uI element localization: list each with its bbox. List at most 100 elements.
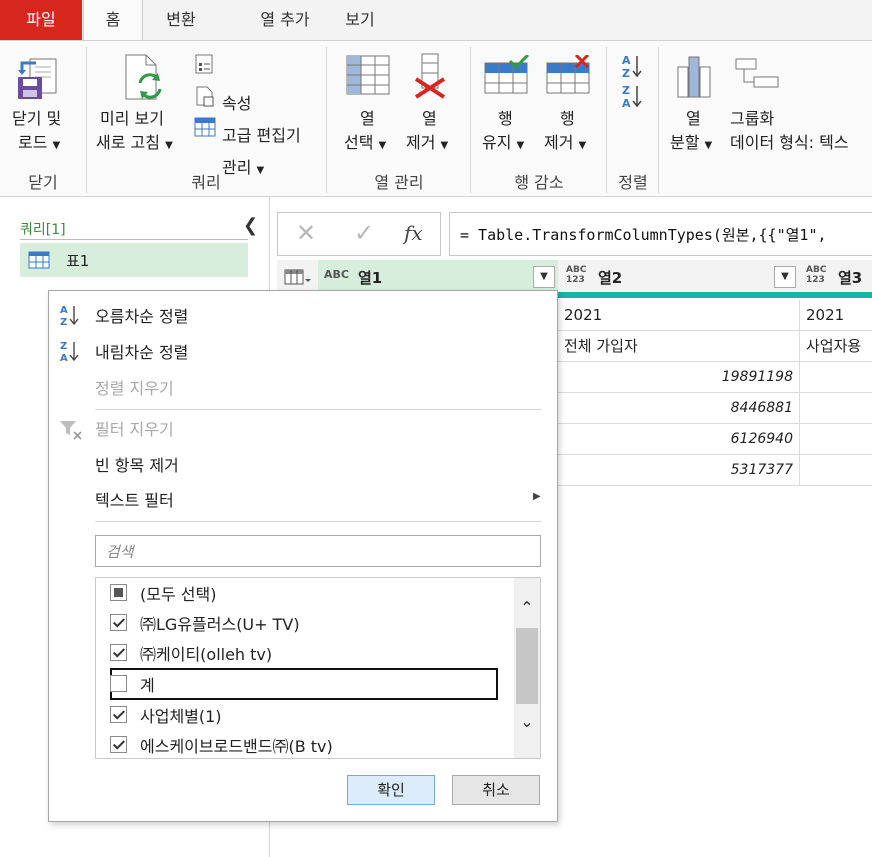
scroll-thumb[interactable]	[516, 628, 538, 704]
checkbox[interactable]	[110, 614, 127, 631]
table-cell[interactable]	[800, 393, 872, 424]
svg-text:A: A	[622, 97, 631, 109]
table-menu-icon[interactable]	[284, 268, 312, 292]
group-label-sort: 정렬	[618, 173, 648, 192]
choose-columns-icon	[346, 55, 390, 95]
svg-text:Z: Z	[60, 317, 67, 327]
table-cell[interactable]: 2021	[558, 300, 800, 331]
chevron-down-icon: ▼	[704, 140, 713, 151]
clear-filter-label: 필터 지우기	[95, 420, 174, 439]
checkbox[interactable]	[110, 644, 127, 661]
svg-text:Z: Z	[60, 341, 67, 352]
search-placeholder: 검색	[106, 543, 134, 561]
properties-icon	[195, 54, 213, 74]
group-label-reduce-rows: 행 감소	[514, 173, 564, 192]
cancel-formula-icon[interactable]: ✕	[296, 219, 316, 247]
sort-ascending-label: 오름차순 정렬	[95, 307, 189, 326]
table-icon	[28, 251, 50, 269]
tab-transform[interactable]: 변환	[145, 0, 217, 40]
split-column-label-1: 열	[686, 109, 701, 128]
remove-empty-menu-item[interactable]: 빈 항목 제거	[95, 452, 179, 476]
chevron-down-icon: ▼	[516, 140, 525, 151]
remove-rows-label-2: 제거 ▼	[544, 133, 587, 152]
checkbox[interactable]	[110, 675, 127, 692]
group-divider	[86, 47, 87, 193]
refresh-preview-label-1: 미리 보기	[100, 109, 164, 128]
svg-text:Z: Z	[622, 67, 630, 79]
collapse-pane-icon[interactable]: ❮	[243, 215, 258, 236]
formula-text: = Table.TransformColumnTypes(원본,{{"열1",	[460, 226, 827, 244]
filter-value-list: (모두 선택) ㈜LG유플러스(U+ TV) ㈜케이티(olleh tv) 계 …	[95, 577, 541, 759]
table-cell[interactable]: 5317377	[558, 455, 800, 486]
table-cell[interactable]: 19891198	[558, 362, 800, 393]
table-cell[interactable]: 2021	[800, 300, 872, 331]
query-item[interactable]: 표1	[20, 243, 248, 277]
choose-columns-label-1: 열	[360, 109, 375, 128]
list-item-label: 사업체별(1)	[140, 707, 222, 726]
formula-buttons: ✕ ✓ fx	[277, 212, 441, 256]
column-name-2: 열2	[598, 269, 623, 287]
checkbox[interactable]	[110, 736, 127, 753]
chevron-down-icon: ▼	[378, 140, 387, 151]
group-label-close: 닫기	[28, 173, 58, 192]
table-cell[interactable]	[800, 455, 872, 486]
ribbon-tab-bar: 파일 홈 변환 열 추가 보기	[0, 0, 872, 41]
checkbox[interactable]	[110, 584, 127, 601]
text-type-icon[interactable]: ABC	[324, 269, 349, 280]
column-2-filter-button[interactable]: ▼	[774, 266, 796, 288]
table-cell[interactable]: 전체 가입자	[558, 331, 800, 362]
tab-file[interactable]: 파일	[0, 0, 82, 40]
scrollbar[interactable]: ⌃ ⌄	[514, 578, 540, 758]
column-1-filter-button[interactable]: ▼	[533, 266, 555, 288]
focused-item-outline	[110, 668, 498, 700]
any-type-icon[interactable]: ABC 123	[806, 265, 830, 285]
choose-columns-label-2: 선택 ▼	[344, 133, 387, 152]
remove-columns-icon	[414, 53, 446, 99]
tab-home[interactable]: 홈	[83, 0, 143, 41]
split-column-icon	[677, 56, 711, 98]
text-filters-label: 텍스트 필터	[95, 491, 174, 510]
fx-icon[interactable]: fx	[404, 221, 423, 245]
advanced-editor-label: 고급 편집기	[222, 126, 301, 145]
any-type-icon[interactable]: ABC 123	[566, 265, 590, 285]
table-cell[interactable]	[800, 362, 872, 393]
search-input[interactable]: 검색	[95, 535, 541, 567]
formula-bar[interactable]: = Table.TransformColumnTypes(원본,{{"열1",	[449, 212, 872, 256]
table-cell[interactable]: 6126940	[558, 424, 800, 455]
scroll-up-icon[interactable]: ⌃	[518, 598, 536, 617]
scroll-down-icon[interactable]: ⌄	[518, 712, 536, 731]
table-cell[interactable]: 8446881	[558, 393, 800, 424]
list-item-label: ㈜LG유플러스(U+ TV)	[140, 615, 300, 634]
chevron-down-icon: ▼	[165, 140, 173, 151]
query-item-label: 표1	[66, 252, 90, 270]
ribbon: 닫기 및 로드 ▼ 닫기 미리 보기 새로 고침 ▼ 속성 고급 편집기 관리 …	[0, 40, 872, 197]
list-item-label: (모두 선택)	[140, 585, 217, 604]
tab-view[interactable]: 보기	[330, 0, 390, 40]
list-item-label: ㈜케이티(olleh tv)	[140, 645, 273, 664]
column-name-3: 열3	[838, 269, 863, 287]
menu-divider	[95, 409, 541, 410]
advanced-editor-icon	[196, 86, 214, 107]
table-cell[interactable]: 사업자용	[800, 331, 872, 362]
chevron-down-icon: ▼	[440, 140, 449, 151]
confirm-formula-icon[interactable]: ✓	[354, 219, 374, 247]
sort-ascending-icon: A Z	[60, 305, 79, 327]
checkbox[interactable]	[110, 706, 127, 723]
menu-divider	[95, 521, 541, 522]
keep-rows-icon	[484, 55, 530, 94]
ok-button[interactable]: 확인	[347, 775, 435, 805]
sort-descending-icon: Z A	[60, 341, 79, 363]
tab-add-column[interactable]: 열 추가	[225, 0, 345, 40]
cancel-button[interactable]: 취소	[452, 775, 540, 805]
group-by-label: 그룹화	[730, 109, 775, 128]
data-type-dropdown[interactable]: 데이터 형식: 텍스	[730, 131, 849, 155]
close-load-icon	[18, 58, 57, 99]
table-cell[interactable]	[800, 424, 872, 455]
keep-rows-label-2: 유지 ▼	[482, 133, 525, 152]
svg-text:A: A	[60, 305, 68, 316]
remove-columns-label-1: 열	[422, 109, 437, 128]
submenu-arrow-icon: ▶	[533, 491, 541, 502]
chevron-down-icon: ▼	[52, 140, 61, 151]
clear-sort-menu-item: 정렬 지우기	[95, 379, 174, 398]
group-label-manage-columns: 열 관리	[374, 173, 424, 192]
